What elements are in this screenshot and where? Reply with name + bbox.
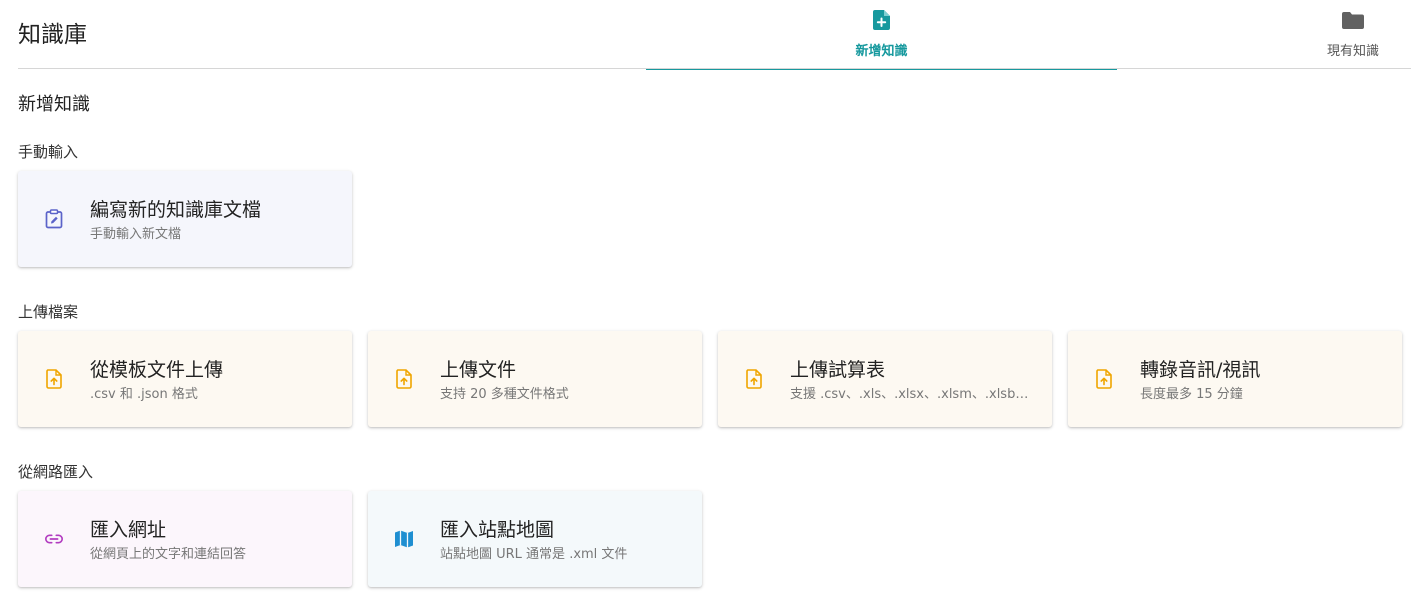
clipboard-edit-icon: [44, 209, 64, 229]
card-description: 手動輸入新文檔: [90, 227, 182, 242]
card-transcribe-audio-video[interactable]: 轉錄音訊/視訊 長度最多 15 分鐘: [1068, 331, 1402, 427]
folder-icon: [1342, 9, 1364, 31]
card-upload-from-template[interactable]: 從模板文件上傳 .csv 和 .json 格式: [18, 331, 352, 427]
file-upload-icon: [44, 369, 64, 389]
card-upload-spreadsheet[interactable]: 上傳試算表 支援 .csv、.xls、.xlsx、.xlsm、.xlsb、.od…: [718, 331, 1052, 427]
card-title: 上傳文件: [440, 359, 517, 381]
section-heading: 新增知識: [18, 94, 90, 115]
tab-add-knowledge[interactable]: 新增知識: [646, 0, 1117, 70]
map-icon: [394, 529, 414, 549]
file-plus-icon: [871, 9, 893, 31]
card-description: 支持 20 多種文件格式: [440, 387, 569, 402]
card-description: 站點地圖 URL 通常是 .xml 文件: [440, 547, 628, 562]
tab-label: 現有知識: [1326, 44, 1379, 59]
file-upload-icon: [1094, 369, 1114, 389]
card-title: 匯入網址: [90, 519, 167, 541]
group-label-manual: 手動輸入: [18, 143, 79, 161]
card-write-new-document[interactable]: 編寫新的知識庫文檔 手動輸入新文檔: [18, 171, 352, 267]
card-title: 轉錄音訊/視訊: [1140, 359, 1261, 381]
group-label-upload: 上傳檔案: [18, 303, 79, 321]
page-title: 知識庫: [18, 22, 87, 48]
card-import-sitemap[interactable]: 匯入站點地圖 站點地圖 URL 通常是 .xml 文件: [368, 491, 702, 587]
link-icon: [44, 529, 64, 549]
card-description: .csv 和 .json 格式: [90, 387, 198, 402]
tabs-divider: [18, 68, 1411, 69]
tab-label: 新增知識: [855, 44, 908, 59]
card-import-url[interactable]: 匯入網址 從網頁上的文字和連結回答: [18, 491, 352, 587]
card-upload-document[interactable]: 上傳文件 支持 20 多種文件格式: [368, 331, 702, 427]
file-upload-icon: [744, 369, 764, 389]
card-description: 從網頁上的文字和連結回答: [90, 547, 247, 562]
tab-existing-knowledge[interactable]: 現有知識: [1295, 0, 1411, 70]
card-description: 長度最多 15 分鐘: [1140, 387, 1243, 402]
card-title: 匯入站點地圖: [440, 519, 555, 541]
card-description: 支援 .csv、.xls、.xlsx、.xlsm、.xlsb、.ods: [790, 387, 1035, 402]
card-title: 編寫新的知識庫文檔: [90, 199, 262, 221]
file-upload-icon: [394, 369, 414, 389]
card-title: 上傳試算表: [790, 359, 886, 381]
card-title: 從模板文件上傳: [90, 359, 224, 381]
group-label-web-import: 從網路匯入: [18, 463, 94, 481]
